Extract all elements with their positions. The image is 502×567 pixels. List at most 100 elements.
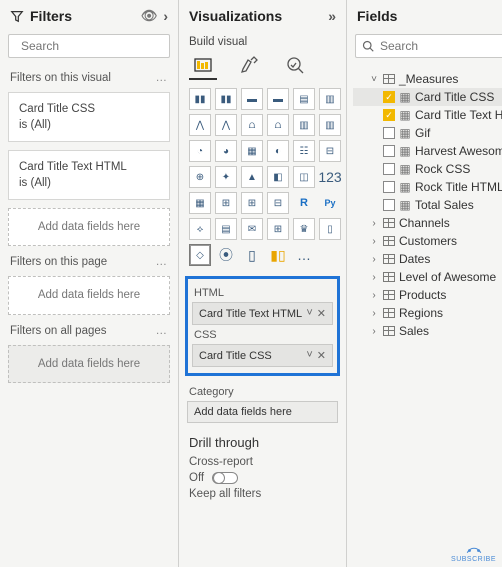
viz-type-icon[interactable]: ◫ <box>293 166 315 188</box>
viz-type-icon[interactable]: ▥ <box>319 114 341 136</box>
field-row[interactable]: ▦Total Sales <box>353 196 502 214</box>
viz-type-icon[interactable]: ▮▮ <box>215 88 237 110</box>
subscribe-badge[interactable]: SUBSCRIBE <box>451 543 496 563</box>
checkbox[interactable]: ✓ <box>383 91 395 103</box>
filter-add-dropzone[interactable]: Add data fields here <box>8 208 170 246</box>
viz-type-icon[interactable]: ✦ <box>215 166 237 188</box>
table-row[interactable]: ›Customers <box>353 232 502 250</box>
chevron-down-icon[interactable]: ˅ <box>306 349 312 362</box>
viz-type-icon[interactable]: ▦ <box>241 140 263 162</box>
filters-pane: Filters 👁 › Filters on this visual … Car… <box>0 0 178 567</box>
filter-card[interactable]: Card Title CSS is (All) <box>8 92 170 142</box>
table-row[interactable]: ›Dates <box>353 250 502 268</box>
viz-type-icon[interactable]: ☷ <box>293 140 315 162</box>
viz-type-icon[interactable]: ⩍ <box>267 114 289 136</box>
viz-type-icon[interactable]: ▥ <box>293 114 315 136</box>
viz-type-icon[interactable]: ◧ <box>267 166 289 188</box>
filter-card[interactable]: Card Title Text HTML is (All) <box>8 150 170 200</box>
viz-type-icon[interactable]: ▮▯ <box>267 244 289 266</box>
well-category-dropzone[interactable]: Add data fields here <box>187 401 338 423</box>
field-row[interactable]: ✓▦Card Title Text H... <box>353 106 502 124</box>
viz-type-icon[interactable]: ▤ <box>293 88 315 110</box>
more-icon[interactable]: … <box>156 256 169 268</box>
table-row-measures[interactable]: ˅ _Measures <box>353 70 502 88</box>
filters-collapse-icon[interactable]: › <box>161 8 170 24</box>
field-name: Card Title CSS <box>415 90 494 104</box>
viz-type-icon[interactable]: ⋀ <box>215 114 237 136</box>
viz-type-r-icon[interactable]: R <box>293 192 315 214</box>
viz-type-icon[interactable]: ⊞ <box>267 218 289 240</box>
viz-type-icon[interactable]: ▬ <box>241 88 263 110</box>
viz-type-icon[interactable]: ▥ <box>319 88 341 110</box>
more-icon[interactable]: … <box>156 325 169 337</box>
viz-type-icon[interactable]: ▮▮ <box>189 88 211 110</box>
table-row[interactable]: › Regions <box>353 304 502 322</box>
table-row[interactable]: ›Level of Awesome <box>353 268 502 286</box>
viz-type-icon[interactable]: 123 <box>319 166 341 188</box>
field-row[interactable]: ▦Rock CSS <box>353 160 502 178</box>
field-row[interactable]: ▦Rock Title HTML <box>353 178 502 196</box>
checkbox[interactable] <box>383 145 395 157</box>
measure-icon: ▦ <box>399 108 411 122</box>
viz-more-icon[interactable]: … <box>293 244 315 266</box>
viz-type-icon[interactable]: ⊞ <box>215 192 237 214</box>
viz-type-icon[interactable]: ⩍ <box>241 114 263 136</box>
viz-type-icon[interactable]: ⦿ <box>215 244 237 266</box>
checkbox[interactable] <box>383 127 395 139</box>
checkbox[interactable] <box>383 181 395 193</box>
filter-add-dropzone[interactable]: Add data fields here <box>8 276 170 314</box>
build-visual-tab[interactable] <box>189 52 217 80</box>
eye-icon[interactable]: 👁 <box>141 8 158 24</box>
viz-collapse-icon[interactable]: » <box>326 8 338 24</box>
viz-type-icon[interactable]: ⟡ <box>189 218 211 240</box>
field-row[interactable]: ▦Harvest Awesome <box>353 142 502 160</box>
viz-type-py-icon[interactable]: Py <box>319 192 341 214</box>
well-field-css[interactable]: Card Title CSS ˅✕ <box>192 344 333 367</box>
viz-type-selected-icon[interactable]: ◇ <box>189 244 211 266</box>
viz-type-icon[interactable]: ▲ <box>241 166 263 188</box>
table-name: Regions <box>399 306 443 320</box>
remove-field-icon[interactable]: ✕ <box>317 349 326 362</box>
remove-field-icon[interactable]: ✕ <box>317 307 326 320</box>
filters-search[interactable] <box>8 34 170 58</box>
viz-type-icon[interactable]: ▯ <box>241 244 263 266</box>
viz-type-icon[interactable]: ✉ <box>241 218 263 240</box>
viz-type-icon[interactable]: ⊞ <box>241 192 263 214</box>
viz-type-icon[interactable]: ⊟ <box>267 192 289 214</box>
viz-type-icon[interactable]: ◐ <box>267 140 289 162</box>
well-field-html[interactable]: Card Title Text HTML ˅✕ <box>192 302 333 325</box>
format-visual-tab[interactable] <box>235 52 263 80</box>
caret-right-icon: › <box>369 308 379 319</box>
table-name: Products <box>399 288 446 302</box>
fields-search-input[interactable] <box>380 39 502 53</box>
field-row[interactable]: ▦Gif <box>353 124 502 142</box>
measure-icon: ▦ <box>399 180 411 194</box>
table-row[interactable]: ›Sales <box>353 322 502 340</box>
viz-type-icon[interactable]: ▤ <box>215 218 237 240</box>
viz-type-icon[interactable]: ▦ <box>189 192 211 214</box>
checkbox[interactable] <box>383 199 395 211</box>
checkbox[interactable]: ✓ <box>383 109 395 121</box>
well-label-css: CSS <box>192 325 333 344</box>
table-row[interactable]: ›Channels <box>353 214 502 232</box>
checkbox[interactable] <box>383 163 395 175</box>
field-name: Harvest Awesome <box>415 144 502 158</box>
filter-add-dropzone[interactable]: Add data fields here <box>8 345 170 383</box>
fields-search[interactable] <box>355 34 502 58</box>
chevron-down-icon[interactable]: ˅ <box>306 307 312 320</box>
viz-type-icon[interactable]: ◔ <box>189 140 211 162</box>
viz-type-icon[interactable]: ⊟ <box>319 140 341 162</box>
table-row[interactable]: ›Products <box>353 286 502 304</box>
viz-type-icon[interactable]: ⋀ <box>189 114 211 136</box>
viz-type-icon[interactable]: ▬ <box>267 88 289 110</box>
analytics-tab[interactable] <box>281 52 309 80</box>
table-name: Channels <box>399 216 450 230</box>
field-row[interactable]: ✓▦Card Title CSS <box>353 88 502 106</box>
viz-type-icon[interactable]: ◕ <box>215 140 237 162</box>
filters-search-input[interactable] <box>21 39 176 53</box>
cross-report-toggle[interactable] <box>212 472 238 484</box>
viz-type-icon[interactable]: ▯ <box>319 218 341 240</box>
more-icon[interactable]: … <box>156 72 169 84</box>
viz-type-icon[interactable]: ⊕ <box>189 166 211 188</box>
viz-type-icon[interactable]: ♛ <box>293 218 315 240</box>
